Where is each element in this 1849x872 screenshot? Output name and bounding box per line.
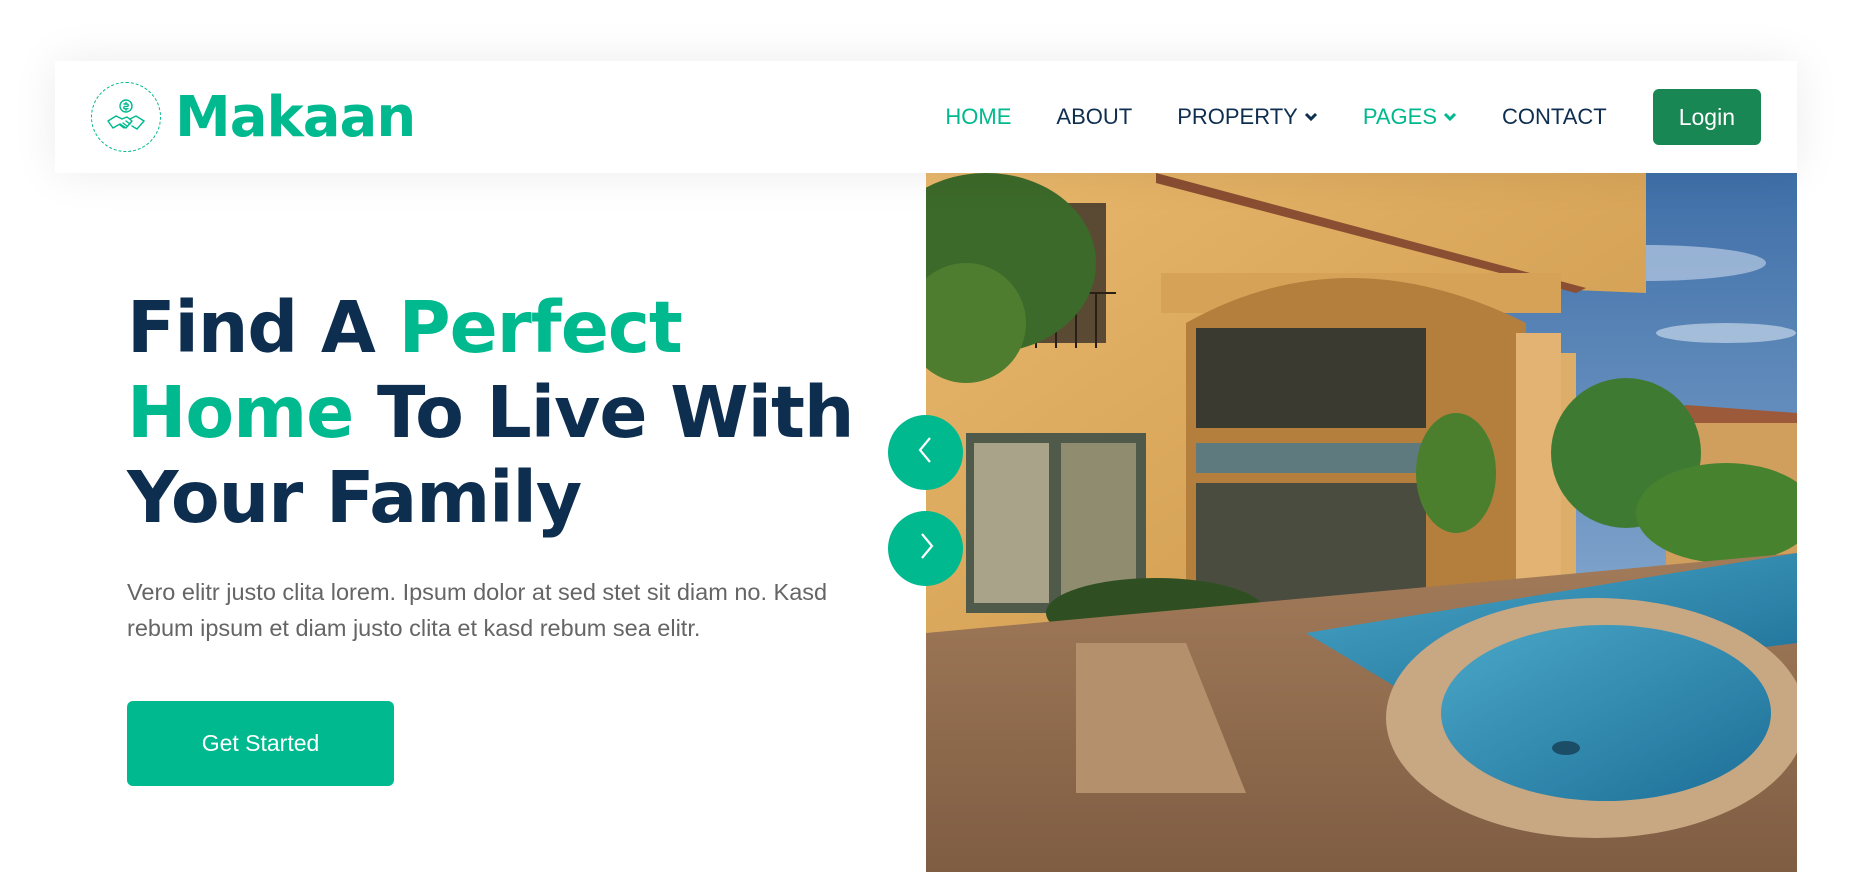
hero-title-part1: Find A (127, 286, 399, 369)
nav-menu: HOME ABOUT PROPERTY PAGES CONTACT Login (900, 89, 1761, 145)
brand-logo-link[interactable]: Makaan (91, 82, 416, 152)
hero-title-accent-perfect: Perfect (398, 286, 683, 369)
hero-title-part2: To Live With (353, 371, 854, 454)
hero-title-part3: Your Family (127, 456, 582, 539)
nav-pages-label: PAGES (1362, 104, 1438, 129)
chevron-down-icon (1304, 112, 1318, 122)
hero-description: Vero elitr justo clita lorem. Ipsum dolo… (127, 579, 828, 641)
hero-text-block: Find A Perfect Home To Live With Your Fami… (127, 285, 887, 646)
get-started-button[interactable]: Get Started (127, 701, 394, 786)
hero-house-image (926, 173, 1797, 872)
chevron-right-icon (914, 531, 938, 566)
brand-name: Makaan (175, 84, 416, 150)
nav-pages-dropdown[interactable]: PAGES (1363, 104, 1457, 130)
nav-contact[interactable]: CONTACT (1502, 104, 1607, 130)
chevron-down-icon (1443, 112, 1457, 122)
hero-title: Find A Perfect Home To Live With Your Fami… (127, 285, 887, 540)
nav-about-label: ABOUT (1056, 104, 1133, 129)
navbar: Makaan HOME ABOUT PROPERTY PAGES CONTACT… (55, 61, 1797, 173)
nav-property-label: PROPERTY (1177, 104, 1298, 129)
nav-home[interactable]: HOME (945, 104, 1011, 130)
carousel-prev-button[interactable] (888, 415, 963, 490)
chevron-left-icon (914, 435, 938, 470)
nav-property-dropdown[interactable]: PROPERTY (1177, 104, 1318, 130)
nav-home-label: HOME (945, 104, 1012, 129)
nav-contact-label: CONTACT (1502, 104, 1607, 129)
nav-about[interactable]: ABOUT (1056, 104, 1132, 130)
hero-title-accent-home: Home (127, 371, 354, 454)
handshake-house-icon (91, 82, 161, 152)
carousel-next-button[interactable] (888, 511, 963, 586)
login-button[interactable]: Login (1652, 89, 1761, 145)
